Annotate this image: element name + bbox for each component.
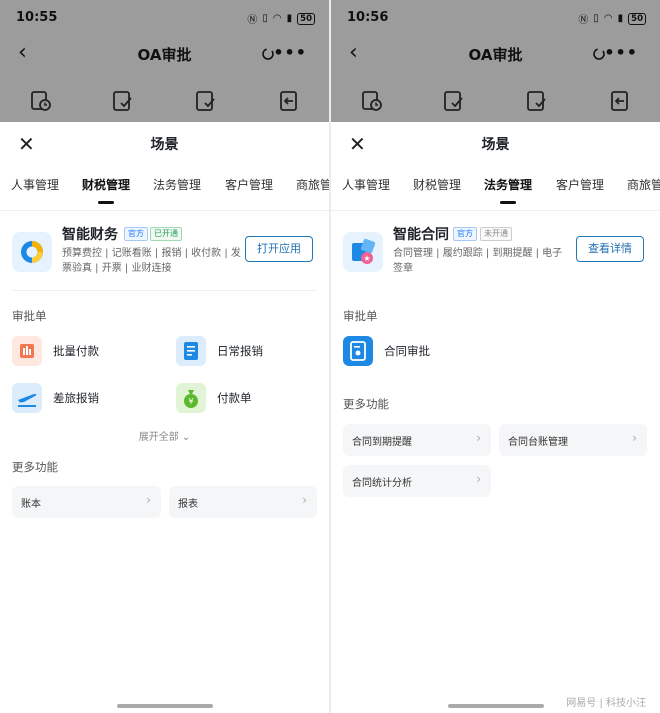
- svg-text:★: ★: [363, 254, 370, 263]
- approval-item-batch-payment[interactable]: 批量付款: [12, 336, 162, 368]
- more-item-contract-stats[interactable]: 合同统计分析 ›: [343, 465, 491, 497]
- contract-approval-icon: [343, 336, 373, 366]
- app-description: 预算费控 | 记账看账 | 报销 | 收付款 | 发 票验真 | 开票 | 业财…: [62, 248, 241, 274]
- app-description: 合同管理 | 履约跟踪 | 到期提醒 | 电子 签章: [393, 248, 563, 274]
- chevron-right-icon: ›: [476, 431, 481, 445]
- official-badge: 官方: [453, 227, 477, 241]
- tab-hr[interactable]: 人事管理: [11, 176, 59, 193]
- open-app-button[interactable]: 打开应用: [245, 236, 313, 262]
- nfc-icon: Ⓝ: [578, 15, 589, 26]
- approval-check-icon[interactable]: [112, 90, 134, 116]
- svg-text:¥: ¥: [188, 397, 193, 406]
- more-item-contract-expiry[interactable]: 合同到期提醒 ›: [343, 424, 491, 456]
- chevron-right-icon: ›: [632, 431, 637, 445]
- screen-legal: 10:56 Ⓝ ▯ ◠ ▮ 50 ‹ OA审批 ••• ✕ 场景 人事管理 财税…: [331, 0, 660, 713]
- tab-travel[interactable]: 商旅管: [296, 176, 329, 193]
- money-bag-icon: ¥: [176, 383, 206, 413]
- tab-legal[interactable]: 法务管理: [153, 176, 201, 193]
- app-name: 智能合同: [393, 227, 449, 243]
- approval-check-icon[interactable]: [443, 90, 465, 116]
- status-time: 10:56: [347, 10, 389, 25]
- chevron-down-icon: ⌄: [181, 432, 191, 443]
- approval-section-title: 审批单: [12, 309, 47, 323]
- approval-exit-icon[interactable]: [609, 90, 631, 116]
- approval-clock-icon[interactable]: [30, 90, 52, 116]
- more-item-contract-ledger[interactable]: 合同台账管理 ›: [499, 424, 647, 456]
- app-name: 智能财务: [62, 227, 118, 243]
- more-icon[interactable]: •••: [273, 43, 307, 62]
- tab-customer[interactable]: 客户管理: [225, 176, 273, 193]
- wifi-icon: ◠: [272, 13, 282, 24]
- approval-item-travel-reimburse[interactable]: 差旅报销: [12, 383, 162, 415]
- approval-item-daily-reimburse[interactable]: 日常报销: [176, 336, 316, 368]
- nav-bar: ‹ OA审批 •••: [331, 38, 660, 70]
- chevron-right-icon: ›: [476, 472, 481, 486]
- approval-exit-icon[interactable]: [278, 90, 300, 116]
- expand-all-link[interactable]: 展开全部 ⌄: [0, 428, 329, 443]
- chevron-right-icon: ›: [146, 493, 151, 507]
- smart-contract-app-icon: ★: [343, 232, 383, 272]
- more-icon[interactable]: •••: [604, 43, 638, 62]
- tab-hr[interactable]: 人事管理: [342, 176, 390, 193]
- approval-section-title: 审批单: [343, 309, 378, 323]
- daily-reimburse-icon: [176, 336, 206, 366]
- vibrate-icon: ▯: [262, 13, 268, 24]
- tab-finance[interactable]: 财税管理: [413, 176, 461, 193]
- smart-finance-app-icon: [12, 232, 52, 272]
- sim-icon: ▮: [617, 13, 624, 24]
- approval-item-contract[interactable]: 合同审批: [343, 336, 493, 368]
- vibrate-icon: ▯: [593, 13, 599, 24]
- wifi-icon: ◠: [603, 13, 613, 24]
- more-section-title: 更多功能: [343, 397, 389, 411]
- battery-icon: 50: [628, 12, 646, 25]
- sim-icon: ▮: [286, 13, 293, 24]
- more-section-title: 更多功能: [12, 460, 58, 474]
- scene-tabs: 人事管理 财税管理 法务管理 客户管理 商旅管: [331, 170, 660, 211]
- status-bar: 10:55 Ⓝ ▯ ◠ ▮ 50: [0, 0, 329, 36]
- approval-item-payment-order[interactable]: ¥ 付款单: [176, 383, 316, 415]
- more-item-ledger[interactable]: 账本 ›: [12, 486, 161, 518]
- screen-finance: 10:55 Ⓝ ▯ ◠ ▮ 50 ‹ OA审批 ••• ✕ 场景 人事管理 财税…: [0, 0, 329, 713]
- scene-tabs: 人事管理 财税管理 法务管理 客户管理 商旅管: [0, 170, 329, 211]
- tab-travel[interactable]: 商旅管: [627, 176, 660, 193]
- batch-payment-icon: [12, 336, 42, 366]
- battery-icon: 50: [297, 12, 315, 25]
- plane-icon: [12, 383, 42, 413]
- view-details-button[interactable]: 查看详情: [576, 236, 644, 262]
- home-indicator: [447, 704, 544, 708]
- more-item-report[interactable]: 报表 ›: [169, 486, 317, 518]
- official-badge: 官方: [124, 227, 148, 241]
- nfc-icon: Ⓝ: [247, 15, 258, 26]
- tab-finance[interactable]: 财税管理: [82, 176, 130, 204]
- scene-sheet: ✕ 场景 人事管理 财税管理 法务管理 客户管理 商旅管 智能财务 官方 已开通…: [0, 122, 329, 713]
- sheet-title: 场景: [481, 137, 510, 153]
- watermark: 网易号 | 科技小汪: [566, 698, 646, 709]
- scene-sheet: ✕ 场景 人事管理 财税管理 法务管理 客户管理 商旅管 ★ 智能合同 官方 未…: [331, 122, 660, 713]
- nav-bar: ‹ OA审批 •••: [0, 38, 329, 70]
- approval-clock-icon[interactable]: [361, 90, 383, 116]
- home-indicator: [116, 704, 213, 708]
- approval-sent-icon[interactable]: [195, 90, 217, 116]
- chevron-right-icon: ›: [302, 493, 307, 507]
- tab-legal[interactable]: 法务管理: [484, 176, 532, 204]
- status-bar: 10:56 Ⓝ ▯ ◠ ▮ 50: [331, 0, 660, 36]
- status-time: 10:55: [16, 10, 58, 25]
- approval-sent-icon[interactable]: [526, 90, 548, 116]
- divider: [12, 290, 317, 291]
- not-enabled-badge: 未开通: [480, 227, 512, 241]
- sheet-title: 场景: [150, 137, 179, 153]
- tab-customer[interactable]: 客户管理: [556, 176, 604, 193]
- enabled-badge: 已开通: [150, 227, 182, 241]
